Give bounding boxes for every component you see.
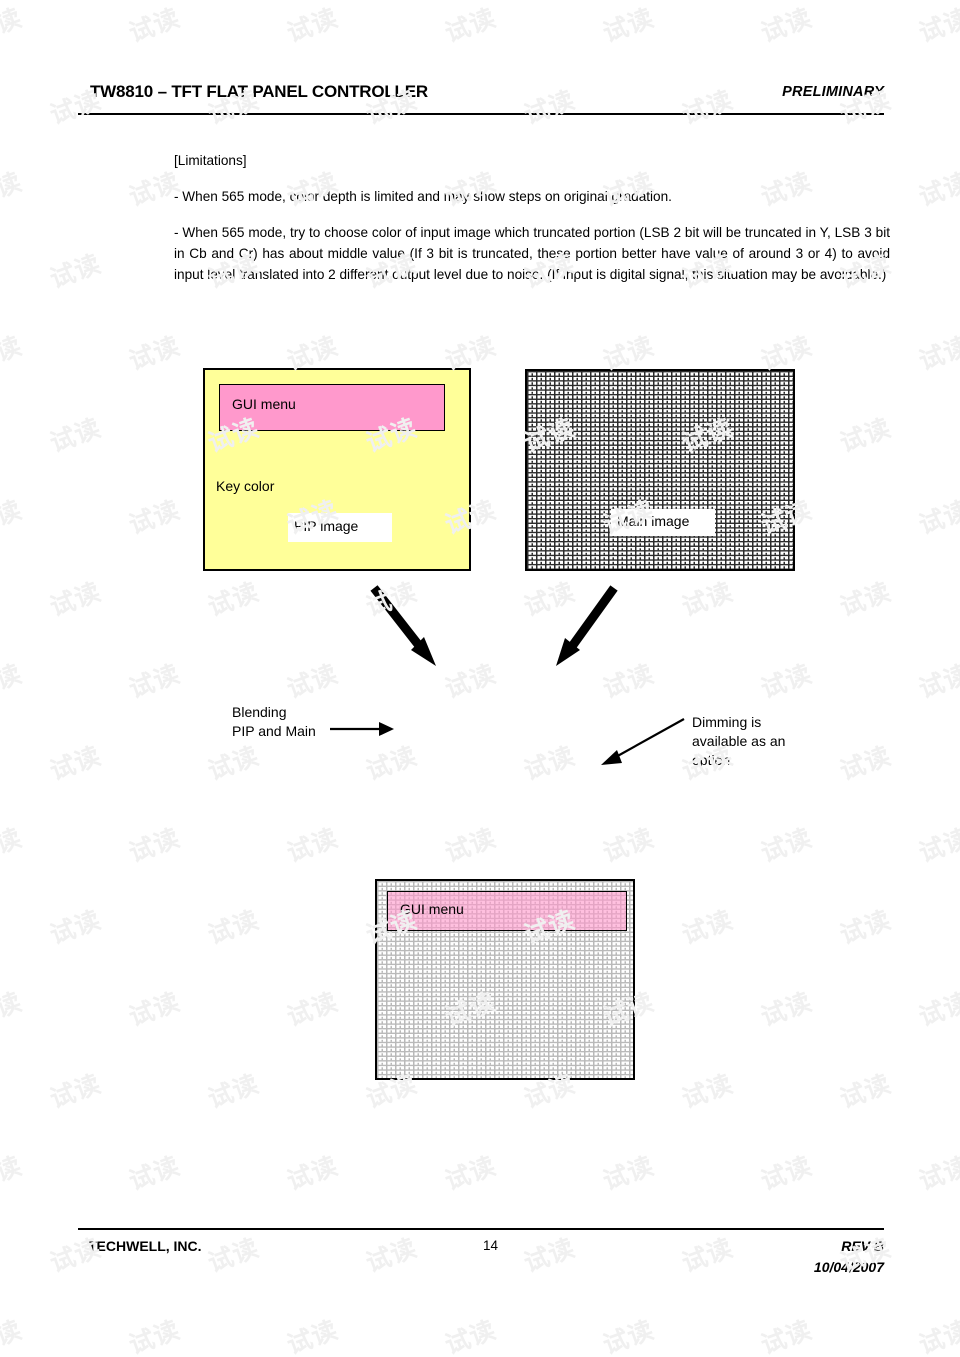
document-page: TW8810 – TFT FLAT PANEL CONTROLLER PRELI…	[0, 0, 960, 1357]
blending-annotation: Blending PIP and Main	[232, 703, 316, 741]
pip-to-output-arrow	[370, 585, 436, 666]
dimming-annotation-line-1: Dimming is	[692, 714, 762, 730]
dimming-annotation-line-3: option	[692, 752, 731, 768]
footer-company-name: TECHWELL, INC.	[88, 1238, 202, 1254]
pip-image-caption-text: PIP image	[294, 518, 359, 534]
footer-divider	[78, 1228, 884, 1230]
main-to-output-arrow	[556, 585, 618, 666]
pip-gui-menu-bar: GUI menu	[219, 384, 445, 431]
blending-annotation-line-1: Blending	[232, 704, 287, 720]
footer-date: 10/04/2007	[813, 1259, 884, 1275]
main-source-box: Main image	[525, 369, 795, 571]
pip-source-box: GUI menu Key color PIP image	[203, 368, 471, 571]
blending-annotation-line-2: PIP and Main	[232, 723, 316, 739]
pip-gui-menu-label: GUI menu	[232, 396, 296, 412]
footer-revision-block: REV B 10/04/2007	[814, 1236, 884, 1278]
footer-page-number: 14	[483, 1238, 499, 1253]
pip-image-caption: PIP image	[288, 513, 392, 542]
footer-revision: REV B	[841, 1238, 884, 1254]
output-gui-menu-label: GUI menu	[400, 901, 464, 917]
blending-pointer-arrow	[330, 722, 394, 736]
output-gui-menu-bar: GUI menu	[387, 891, 627, 931]
dimming-annotation: Dimming is available as an option	[692, 713, 812, 770]
pip-blending-diagram: GUI menu Key color PIP image Main image …	[0, 0, 960, 1357]
dimming-pointer-arrow	[601, 718, 685, 765]
main-image-caption: Main image	[611, 509, 715, 536]
main-image-caption-text: Main image	[617, 513, 690, 529]
diagram-arrows	[330, 585, 685, 765]
key-color-label: Key color	[216, 478, 275, 494]
blended-output-box: GUI menu	[375, 879, 635, 1080]
dimming-annotation-line-2: available as an	[692, 733, 786, 749]
